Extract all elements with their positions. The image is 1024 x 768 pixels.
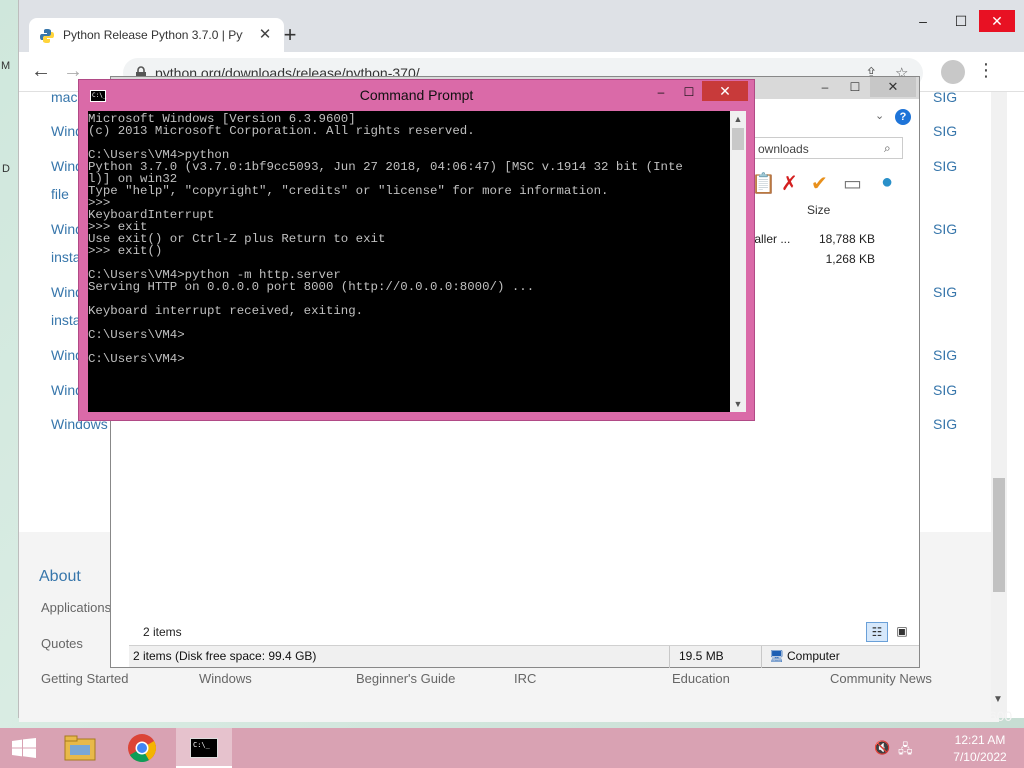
chrome-logo-icon <box>128 734 156 762</box>
cmd-maximize-button[interactable]: ☐ <box>675 83 703 101</box>
cmd-close-button[interactable]: ✕ <box>702 81 748 101</box>
browser-tab[interactable]: Python Release Python 3.7.0 | Python.org… <box>29 18 284 52</box>
new-tab-button[interactable]: + <box>277 22 303 48</box>
scroll-down-arrow-icon[interactable]: ▼ <box>993 694 1003 705</box>
footer-about-heading[interactable]: About <box>39 568 81 586</box>
taskbar-cmd-button[interactable]: C:\_ <box>176 728 232 768</box>
cmd-app-icon[interactable]: C:\_ <box>90 90 106 102</box>
chrome-minimize-button[interactable]: – <box>905 10 941 32</box>
sig-link[interactable]: SIG <box>933 89 957 105</box>
footer-link[interactable]: Education <box>672 671 730 686</box>
cmd-console-area[interactable]: Microsoft Windows [Version 6.3.9600] (c)… <box>88 111 730 412</box>
taskbar: C:\_ 🔇 🖧 12:21 AM 7/10/2022 <box>0 728 1024 768</box>
search-text: ownloads <box>758 142 809 156</box>
desktop-glyph-m: M <box>1 60 11 72</box>
scroll-down-arrow-icon[interactable]: ▼ <box>730 396 746 412</box>
windows-logo-icon <box>12 738 36 758</box>
footer-link[interactable]: IRC <box>514 671 536 686</box>
delete-icon[interactable]: ✗ <box>781 171 798 196</box>
footer-link[interactable]: Windows <box>199 671 252 686</box>
globe-icon[interactable]: ● <box>881 171 893 194</box>
python-logo-icon <box>40 29 54 43</box>
explorer-status-bar: 2 items (Disk free space: 99.4 GB) 19.5 … <box>129 645 919 668</box>
page-scrollbar[interactable]: ▼ <box>991 92 1007 718</box>
status-items: 2 items (Disk free space: 99.4 GB) <box>133 649 317 663</box>
file-row-size: 18,788 KB <box>818 232 875 246</box>
sig-link[interactable]: SIG <box>933 158 957 174</box>
folder-icon <box>64 735 96 761</box>
chevron-down-icon[interactable]: ⌄ <box>875 109 884 122</box>
search-icon: ⌕ <box>884 141 891 155</box>
page-scroll-thumb[interactable] <box>993 478 1005 592</box>
cmd-titlebar[interactable]: Command Prompt C:\_ – ☐ ✕ <box>79 80 754 110</box>
checkmark-icon[interactable]: ✔ <box>811 171 828 196</box>
explorer-search-input[interactable]: ownloads ⌕ <box>751 137 903 159</box>
tab-strip: Python Release Python 3.7.0 | Python.org… <box>19 0 1024 52</box>
sig-link[interactable]: SIG <box>933 284 957 300</box>
sig-link[interactable]: SIG <box>933 123 957 139</box>
cmd-minimize-button[interactable]: – <box>647 83 675 101</box>
details-view-icon[interactable]: ☷ <box>866 622 888 642</box>
chrome-menu-icon[interactable]: ⋮ <box>977 60 995 81</box>
status-location: Computer <box>787 649 840 663</box>
status-divider <box>669 646 670 668</box>
taskbar-chrome-button[interactable] <box>114 728 170 768</box>
help-icon[interactable]: ? <box>895 109 911 125</box>
computer-icon: 🖥 <box>769 649 785 663</box>
clock-time[interactable]: 12:21 AM <box>940 733 1020 747</box>
item-count: 2 items <box>143 625 182 639</box>
scroll-up-arrow-icon[interactable]: ▲ <box>730 111 746 127</box>
explorer-minimize-button[interactable]: – <box>811 77 839 97</box>
sig-link[interactable]: SIG <box>933 347 957 363</box>
footer-link[interactable]: Getting Started <box>41 671 128 686</box>
properties-icon[interactable]: ▭ <box>843 171 862 196</box>
tab-close-icon[interactable]: ✕ <box>255 25 275 43</box>
clock-date[interactable]: 7/10/2022 <box>940 750 1020 764</box>
taskbar-file-explorer-button[interactable] <box>52 728 108 768</box>
explorer-close-button[interactable]: ✕ <box>870 77 916 97</box>
chrome-maximize-button[interactable]: ☐ <box>943 10 979 32</box>
footer-link[interactable]: Quotes <box>41 636 83 651</box>
footer-link[interactable]: Community News <box>830 671 932 686</box>
back-button[interactable]: ← <box>29 60 53 84</box>
status-divider <box>761 646 762 668</box>
profile-avatar-icon[interactable] <box>941 60 965 84</box>
build-watermark: Build 9600 <box>946 708 1013 724</box>
tab-title: Python Release Python 3.7.0 | Python.org <box>63 28 243 42</box>
footer-link[interactable]: Beginner's Guide <box>356 671 455 686</box>
network-icon[interactable]: 🖧 <box>898 740 913 762</box>
footer-link[interactable]: Applications <box>41 600 111 615</box>
cmd-taskbar-icon: C:\_ <box>190 738 218 758</box>
sig-link[interactable]: SIG <box>933 416 957 432</box>
large-icons-view-icon[interactable]: ▣ <box>891 622 913 642</box>
sig-link[interactable]: SIG <box>933 382 957 398</box>
sig-link[interactable]: SIG <box>933 221 957 237</box>
chrome-close-button[interactable]: ✕ <box>979 10 1015 32</box>
cmd-scrollbar[interactable]: ▲ ▼ <box>730 111 746 412</box>
column-header-size[interactable]: Size <box>807 203 830 217</box>
start-button[interactable] <box>0 728 48 768</box>
cmd-output-text: Microsoft Windows [Version 6.3.9600] (c)… <box>88 112 683 366</box>
file-row-size: 1,268 KB <box>825 252 875 266</box>
status-size: 19.5 MB <box>679 649 724 663</box>
speaker-muted-icon[interactable]: 🔇 <box>874 740 890 756</box>
command-prompt-window: Command Prompt C:\_ – ☐ ✕ Microsoft Wind… <box>78 79 755 421</box>
desktop-glyph-d: D <box>2 163 10 175</box>
cmd-scroll-thumb[interactable] <box>732 128 744 150</box>
explorer-toolbar-icons: 📋 ✗ ✔ ▭ ● <box>751 169 911 197</box>
explorer-maximize-button[interactable]: ☐ <box>841 77 869 97</box>
